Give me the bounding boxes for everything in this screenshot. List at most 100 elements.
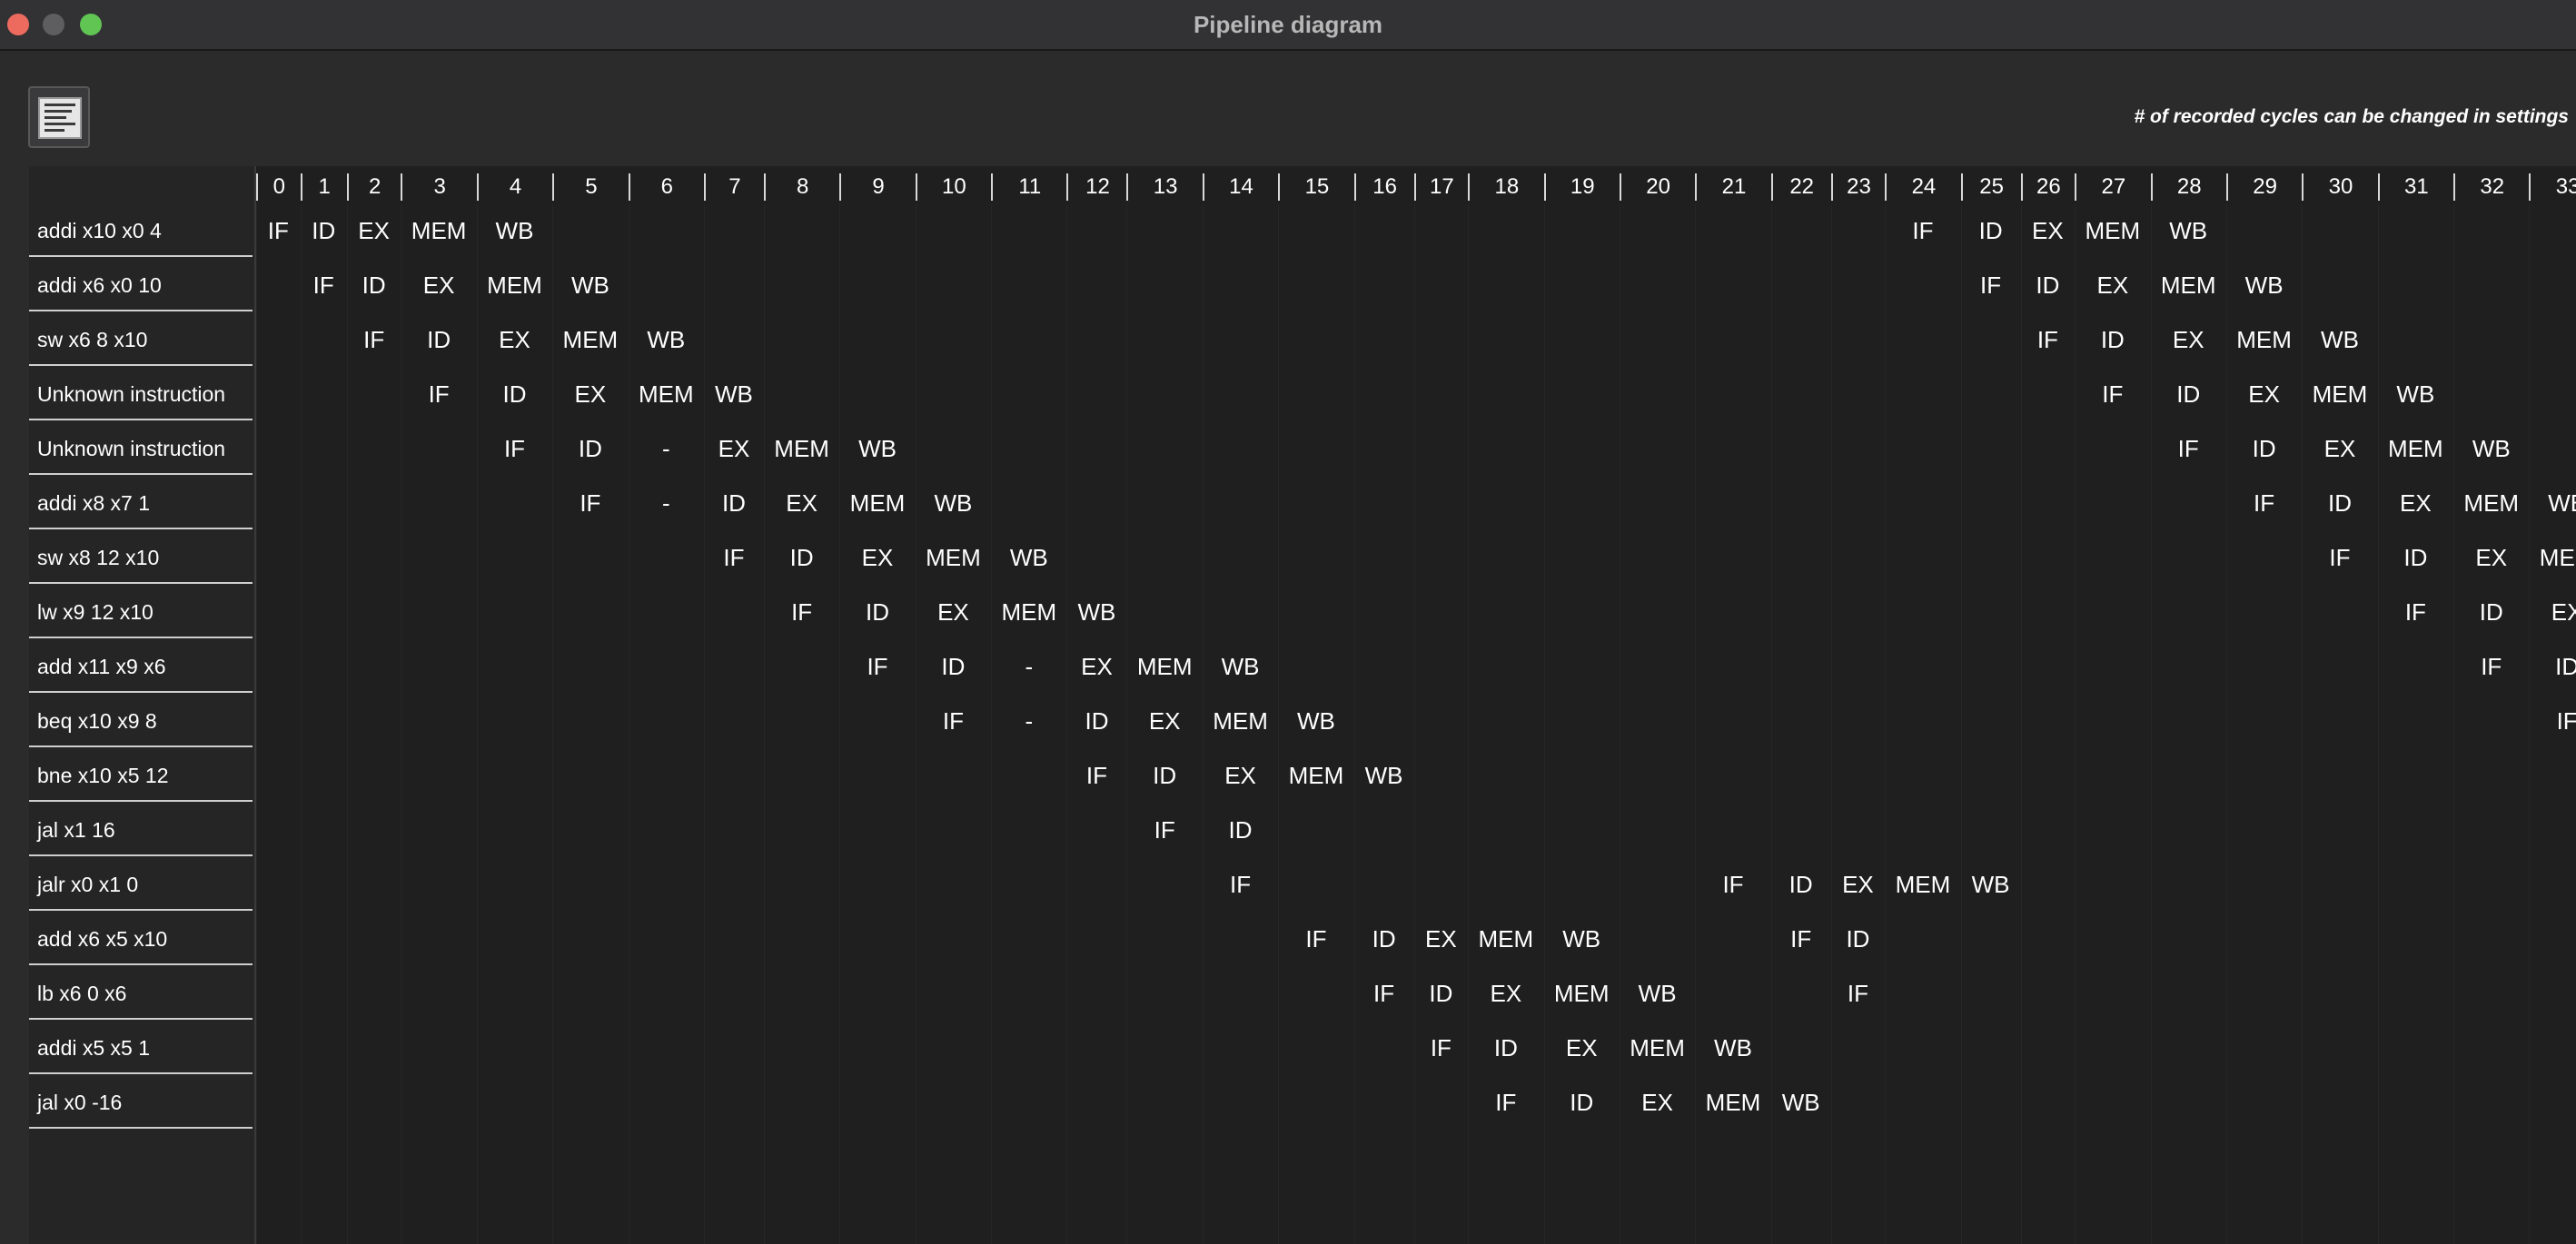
pipeline-stage-cell: ID — [721, 489, 746, 517]
pipeline-stage-cell: IF — [867, 653, 888, 680]
pipeline-stage-cell: EX — [2400, 489, 2432, 517]
pipeline-stage-cell: WB — [858, 435, 897, 462]
pipeline-stage-cell: ID — [789, 544, 814, 571]
cycle-column-divider — [2225, 204, 2227, 1244]
pipeline-stage-cell: WB — [2396, 380, 2435, 408]
cycle-header-cell: 28 — [2150, 173, 2226, 201]
pipeline-stage-cell: WB — [2169, 217, 2208, 244]
cycle-header-cell: 2 — [346, 173, 401, 201]
cycle-header-cell: 25 — [1960, 173, 2021, 201]
pipeline-stage-cell: EX — [1565, 1034, 1598, 1061]
pipeline-stage-cell: IF — [267, 217, 289, 244]
cycle-header-cell: 31 — [2377, 173, 2453, 201]
cycle-header-cell: 24 — [1885, 173, 1960, 201]
pipeline-stage-cell: WB — [715, 380, 753, 408]
pipeline-stage-cell: WB — [1364, 762, 1403, 789]
pipeline-stage-cell: ID — [2176, 380, 2201, 408]
pipeline-stage-cell: EX — [422, 272, 455, 299]
cycle-header-cell: 8 — [763, 173, 839, 201]
pipeline-stage-cell: MEM — [1136, 653, 1193, 680]
instruction-row-label[interactable]: jal x0 -16 — [29, 1076, 253, 1129]
instruction-row-label[interactable]: Unknown instruction — [29, 368, 253, 420]
cycle-column-divider — [1960, 204, 1962, 1244]
pipeline-stage-cell: EX — [937, 598, 969, 626]
pipeline-stage-cell: IF — [1373, 980, 1395, 1007]
pipeline-stage-cell: MEM — [1001, 598, 1057, 626]
pipeline-stage-cell: IF — [428, 380, 450, 408]
instruction-row-label[interactable]: Unknown instruction — [29, 422, 253, 475]
cycle-column-divider — [1353, 204, 1355, 1244]
cycle-column-divider — [300, 204, 302, 1244]
instruction-row-label[interactable]: sw x6 8 x10 — [29, 313, 253, 366]
instruction-row-label[interactable]: addi x10 x0 4 — [29, 204, 253, 257]
pipeline-stage-cell: WB — [570, 272, 609, 299]
instruction-row-label[interactable]: jal x1 16 — [29, 804, 253, 856]
cycle-column-divider — [763, 204, 765, 1244]
pipeline-stage-cell: IF — [1154, 816, 1175, 844]
instruction-row-label[interactable]: addi x8 x7 1 — [29, 477, 253, 529]
pipeline-stage-cell: EX — [574, 380, 607, 408]
pipeline-stage-cell: IF — [503, 435, 526, 462]
pipeline-stage-cell: MEM — [638, 380, 694, 408]
cycle-header-cell: 14 — [1202, 173, 1278, 201]
pipeline-stage-cell: ID — [2555, 653, 2576, 680]
pipeline-stage-cell: MEM — [1478, 925, 1534, 953]
instruction-row-label[interactable]: lw x9 12 x10 — [29, 586, 253, 638]
title-bar: Pipeline diagram — [0, 0, 2576, 51]
cycle-header-cell: 7 — [703, 173, 764, 201]
cycle-header-cell: 19 — [1543, 173, 1620, 201]
pipeline-stage-cell: ID — [362, 272, 386, 299]
instruction-row-label[interactable]: beq x10 x9 8 — [29, 695, 253, 747]
cycle-header-cell: 26 — [2020, 173, 2076, 201]
pipeline-stage-cell: WB — [1077, 598, 1116, 626]
pipeline-stage-cell: ID — [1372, 925, 1396, 953]
pipeline-stage-cell: MEM — [2463, 489, 2520, 517]
pipeline-stage-cell: MEM — [1705, 1089, 1761, 1116]
instruction-row-label[interactable]: add x6 x5 x10 — [29, 913, 253, 965]
instruction-row-label[interactable]: addi x5 x5 1 — [29, 1022, 253, 1074]
pipeline-stage-cell: EX — [1081, 653, 1113, 680]
instruction-row-label[interactable]: add x11 x9 x6 — [29, 640, 253, 693]
pipeline-stage-cell: ID — [2327, 489, 2352, 517]
instruction-row-label[interactable]: jalr x0 x1 0 — [29, 858, 253, 911]
cycle-column-divider — [1413, 204, 1415, 1244]
cycle-header-cell: 4 — [476, 173, 552, 201]
pipeline-stage-cell: ID — [2036, 272, 2060, 299]
pipeline-stage-cell: ID — [1153, 762, 1177, 789]
pipeline-stage-cell: IF — [580, 489, 601, 517]
pipeline-stage-cell: ID — [1788, 871, 1813, 898]
pipeline-stage-cell: ID — [2479, 598, 2503, 626]
cycle-column-divider — [2020, 204, 2022, 1244]
instruction-row-label[interactable]: lb x6 0 x6 — [29, 967, 253, 1020]
pipeline-stage-cell: ID — [941, 653, 966, 680]
pipeline-stage-cell: WB — [1221, 653, 1260, 680]
instruction-row-label[interactable]: bne x10 x5 12 — [29, 749, 253, 802]
cycle-header-cell: 27 — [2075, 173, 2150, 201]
cycle-column-divider — [839, 204, 841, 1244]
pipeline-stage-cell: MEM — [774, 435, 829, 462]
pipeline-stage-cell: WB — [1296, 707, 1335, 735]
pipeline-stage-cell: IF — [1790, 925, 1812, 953]
instruction-row-label[interactable]: sw x8 12 x10 — [29, 531, 253, 584]
pipeline-stage-cell: IF — [1229, 871, 1252, 898]
pipeline-stage-cell: EX — [499, 326, 530, 353]
pipeline-stage-cell: MEM — [2160, 272, 2216, 299]
document-button[interactable] — [28, 86, 90, 148]
window-title: Pipeline diagram — [1193, 11, 1383, 38]
pipeline-stage-cell: WB — [2548, 489, 2576, 517]
pipeline-stage-cell: IF — [1847, 980, 1868, 1007]
cycle-header-cell: 32 — [2453, 173, 2529, 201]
pipeline-stage-cell: EX — [718, 435, 750, 462]
pipeline-stage-cell: MEM — [2085, 217, 2141, 244]
cycle-header-cell: 6 — [628, 173, 704, 201]
pipeline-stage-cell: IF — [2404, 598, 2426, 626]
cycle-column-divider — [703, 204, 705, 1244]
pipeline-stage-cell: EX — [2323, 435, 2356, 462]
pipeline-stage-cell: IF — [363, 326, 385, 353]
instruction-row-label[interactable]: addi x6 x0 10 — [29, 259, 253, 311]
pipeline-stage-cell: MEM — [2312, 380, 2368, 408]
pipeline-stage-cell: IF — [2329, 544, 2351, 571]
pipeline-stage-cell: EX — [1842, 871, 1874, 898]
pipeline-stage-cell: EX — [1224, 762, 1256, 789]
pipeline-stage-cell: MEM — [2539, 544, 2576, 571]
